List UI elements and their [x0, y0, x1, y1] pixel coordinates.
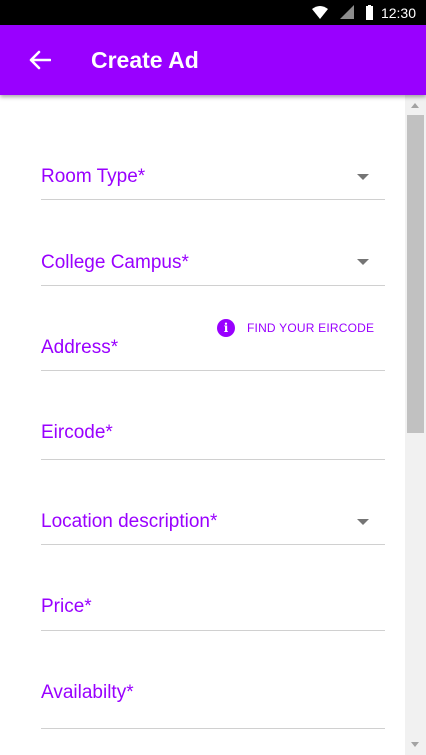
scrollbar[interactable] [405, 95, 426, 755]
status-icons [312, 5, 373, 20]
eircode-field[interactable]: Eircode* [41, 409, 385, 460]
chevron-down-icon [357, 174, 369, 180]
app-bar: Create Ad [0, 25, 426, 95]
status-bar: 12:30 [0, 0, 426, 25]
location-description-dropdown[interactable]: Location description* [41, 499, 385, 545]
signal-icon [340, 5, 354, 19]
wifi-icon [312, 6, 328, 19]
back-button[interactable] [22, 42, 58, 78]
room-type-dropdown[interactable]: Room Type* [41, 155, 385, 200]
find-eircode-button[interactable]: i FIND YOUR EIRCODE [217, 318, 374, 338]
college-campus-label: College Campus* [41, 252, 189, 273]
arrow-left-icon [29, 50, 51, 70]
room-type-label: Room Type* [41, 166, 146, 187]
page-title: Create Ad [91, 47, 199, 73]
status-time: 12:30 [380, 5, 416, 21]
chevron-down-icon [357, 259, 369, 265]
info-icon: i [217, 319, 235, 337]
chevron-down-icon [357, 519, 369, 525]
scroll-up-arrow-icon[interactable] [411, 103, 419, 108]
location-description-label: Location description* [41, 511, 218, 532]
price-label: Price* [41, 596, 92, 617]
scroll-down-arrow-icon[interactable] [411, 742, 419, 747]
battery-icon [366, 6, 373, 20]
college-campus-dropdown[interactable]: College Campus* [41, 241, 385, 286]
price-field[interactable]: Price* [41, 585, 385, 631]
availability-label: Availabilty* [41, 682, 134, 703]
address-label: Address* [41, 337, 119, 358]
find-eircode-label: FIND YOUR EIRCODE [247, 321, 375, 335]
eircode-label: Eircode* [41, 422, 113, 443]
create-ad-form: Room Type* College Campus* Address* Eirc… [0, 95, 405, 755]
scroll-thumb[interactable] [407, 115, 424, 433]
availability-field[interactable]: Availabilty* [41, 671, 385, 729]
battery-cap [368, 5, 371, 7]
